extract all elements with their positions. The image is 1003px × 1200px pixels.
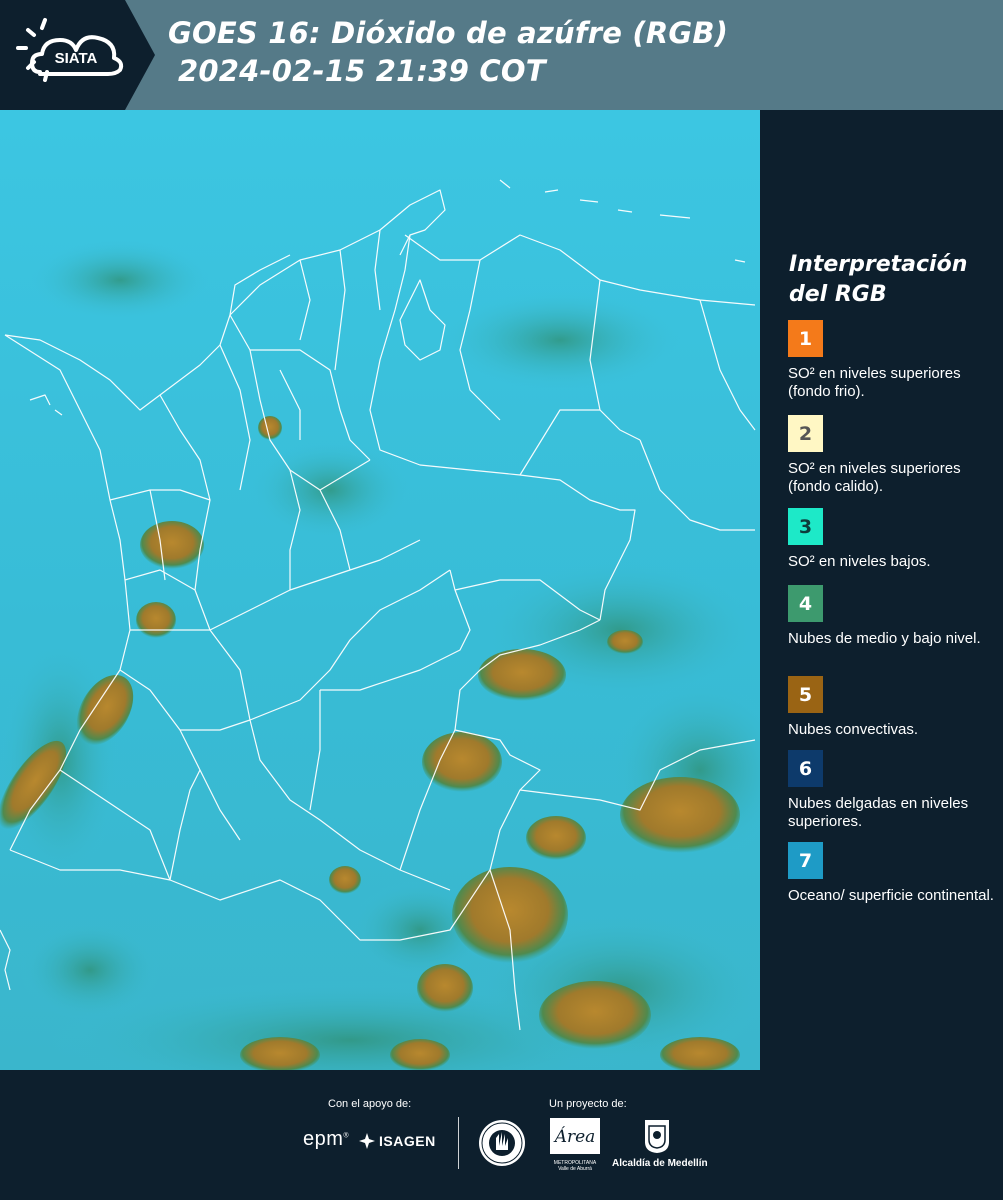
legend-label-5: Nubes convectivas. bbox=[788, 721, 919, 738]
epm-logo-text: epm bbox=[303, 1128, 344, 1150]
support-label: Con el apoyo de: bbox=[328, 1098, 412, 1110]
page-title: GOES 16: Dióxido de azúfre (RGB) 2024-02… bbox=[168, 14, 728, 90]
legend-item-7: 7 Oceano/ superficie continental. bbox=[788, 842, 998, 905]
legend-title: Interpretación del RGB bbox=[789, 250, 967, 310]
legend-item-5: 5 Nubes convectivas. bbox=[788, 676, 998, 739]
legend-item-2: 2 SO² en niveles superiores (fondo calid… bbox=[788, 415, 998, 496]
legend-title-line1: Interpretación bbox=[789, 252, 968, 277]
area-logo-text: Área bbox=[553, 1126, 596, 1147]
legend-swatch-7: 7 bbox=[788, 842, 823, 879]
legend-label-2: SO² en niveles superiores (fondo calido)… bbox=[788, 460, 961, 495]
legend-swatch-5: 5 bbox=[788, 676, 823, 713]
page: SIATA GOES 16: Dióxido de azúfre (RGB) 2… bbox=[0, 0, 1003, 1200]
legend-swatch-1: 1 bbox=[788, 320, 823, 357]
title-line1: GOES 16: Dióxido de azúfre (RGB) bbox=[168, 16, 729, 50]
isagen-icon bbox=[359, 1133, 375, 1149]
legend-swatch-6: 6 bbox=[788, 750, 823, 787]
isagen-logo-text: ISAGEN bbox=[379, 1133, 436, 1149]
footer-divider bbox=[458, 1117, 459, 1169]
area-metropolitana-logo: Área METROPOLITANA Valle de Aburrá bbox=[550, 1118, 600, 1172]
legend-label-4: Nubes de medio y bajo nivel. bbox=[788, 630, 981, 647]
valle-text: Valle de Aburrá bbox=[558, 1166, 592, 1172]
title-line2: 2024-02-15 21:39 COT bbox=[178, 54, 546, 88]
area-logo-icon: Área bbox=[550, 1118, 600, 1154]
logo-text: SIATA bbox=[55, 50, 98, 67]
isagen-logo: ISAGEN bbox=[358, 1132, 436, 1150]
header: SIATA GOES 16: Dióxido de azúfre (RGB) 2… bbox=[0, 0, 1003, 110]
legend-label-3: SO² en niveles bajos. bbox=[788, 553, 931, 570]
medellin-seal-icon bbox=[477, 1118, 527, 1173]
alcaldia-text: Alcaldía de Medellín bbox=[612, 1158, 708, 1169]
legend-label-7: Oceano/ superficie continental. bbox=[788, 887, 994, 904]
project-label: Un proyecto de: bbox=[549, 1098, 627, 1110]
legend-item-1: 1 SO² en niveles superiores (fondo frio)… bbox=[788, 320, 998, 401]
legend-item-4: 4 Nubes de medio y bajo nivel. bbox=[788, 585, 998, 648]
legend-title-line2: del RGB bbox=[789, 282, 887, 307]
siata-logo: SIATA bbox=[0, 0, 155, 110]
legend-label-6: Nubes delgadas en niveles superiores. bbox=[788, 795, 969, 830]
alcaldia-shield-icon bbox=[643, 1118, 671, 1159]
legend-item-3: 3 SO² en niveles bajos. bbox=[788, 508, 998, 571]
satellite-map[interactable] bbox=[0, 110, 760, 1070]
legend-item-6: 6 Nubes delgadas en niveles superiores. bbox=[788, 750, 998, 831]
legend-panel: Interpretación del RGB 1 SO² en niveles … bbox=[760, 110, 1003, 1070]
legend-swatch-3: 3 bbox=[788, 508, 823, 545]
footer: Con el apoyo de: Un proyecto de: epm® IS… bbox=[0, 1070, 1003, 1200]
legend-label-1: SO² en niveles superiores (fondo frio). bbox=[788, 365, 961, 400]
epm-logo: epm® bbox=[303, 1128, 350, 1150]
legend-swatch-2: 2 bbox=[788, 415, 823, 452]
legend-swatch-4: 4 bbox=[788, 585, 823, 622]
